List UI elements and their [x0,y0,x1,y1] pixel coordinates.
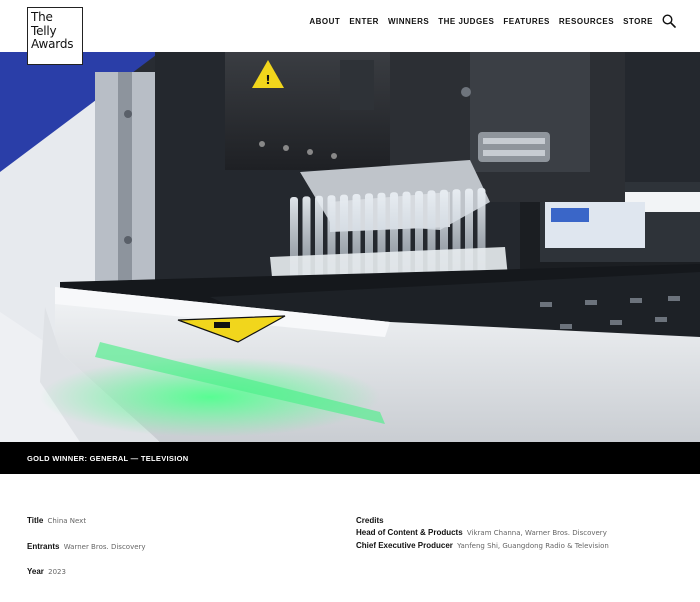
deck-clip [655,317,667,322]
title-label: Title [27,516,44,525]
title-value: China Next [47,517,87,525]
svg-text:!: ! [265,73,270,87]
search-icon[interactable] [662,14,676,28]
logo-line-2: Telly [31,23,57,38]
entrants-label: Entrants [27,542,60,551]
entrants-value: Warner Bros. Discovery [63,543,146,551]
year-value: 2023 [48,568,66,576]
credit-item: Chief Executive Producer Yanfeng Shi, Gu… [356,541,609,550]
logo-line-3: Awards [31,37,74,51]
nav-features[interactable]: FEATURES [503,17,550,26]
award-label: GOLD WINNER: GENERAL — TELEVISION [27,454,189,463]
credit-item: Head of Content & Products Vikram Channa… [356,528,607,537]
deck-clip [668,296,680,301]
main-nav: ABOUT ENTER WINNERS THE JUDGES FEATURES … [300,14,676,28]
nav-about[interactable]: ABOUT [309,17,340,26]
deck-clip [610,320,622,325]
credit-role: Chief Executive Producer [356,541,453,550]
hero-image: ! [0,52,700,442]
telly-awards-logo[interactable]: The Telly Awards [27,7,83,65]
logo-line-1: The [31,10,53,24]
nav-the-judges[interactable]: THE JUDGES [438,17,494,26]
credits-heading: Credits [356,516,384,525]
detail-title: Title China Next [27,516,86,525]
nav-winners[interactable]: WINNERS [388,17,429,26]
site-header: The Telly Awards ABOUT ENTER WINNERS THE… [0,0,700,65]
detail-year: Year 2023 [27,567,66,576]
nav-enter[interactable]: ENTER [349,17,379,26]
deck-clip [630,298,642,303]
nav-resources[interactable]: RESOURCES [559,17,614,26]
award-banner: GOLD WINNER: GENERAL — TELEVISION [0,442,700,474]
year-label: Year [27,567,44,576]
nav-store[interactable]: STORE [623,17,653,26]
deck-clip [560,324,572,329]
detail-entrants: Entrants Warner Bros. Discovery [27,542,146,551]
credit-role: Head of Content & Products [356,528,463,537]
deck-clip [585,300,597,305]
deck-clip [540,302,552,307]
credit-name: Vikram Channa, Warner Bros. Discovery [466,529,607,537]
credit-name: Yanfeng Shi, Guangdong Radio & Televisio… [457,542,609,550]
